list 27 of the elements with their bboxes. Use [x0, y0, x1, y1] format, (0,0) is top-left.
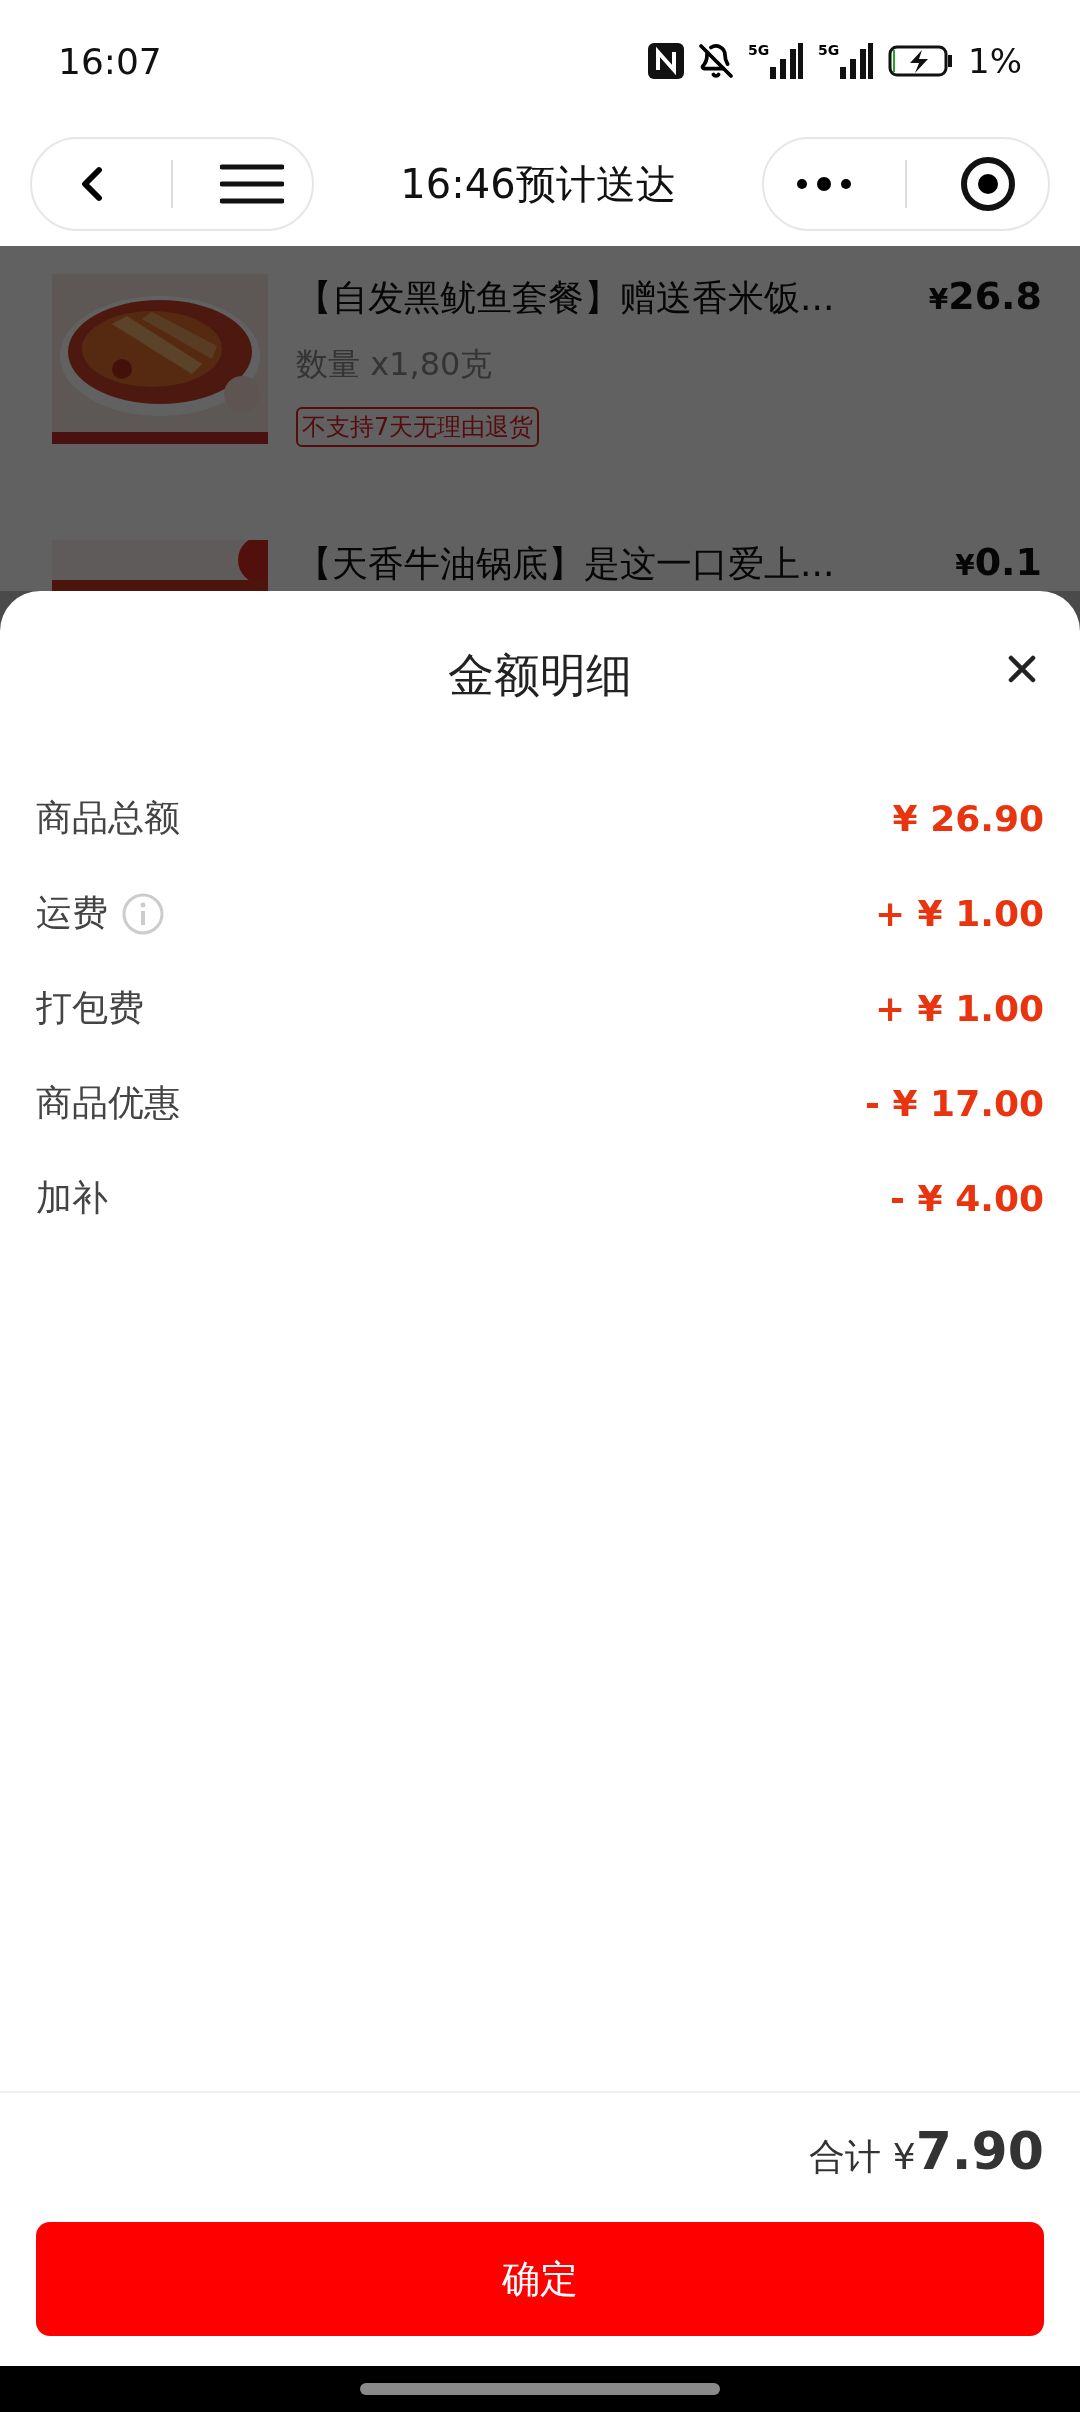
fee-label: 商品优惠: [36, 1081, 180, 1125]
total-amount: ¥7.90: [892, 2121, 1044, 2181]
battery-percentage: 1%: [968, 41, 1022, 81]
fee-amount: ¥ 26.90: [892, 798, 1044, 839]
total-label: 合计: [808, 2135, 881, 2179]
confirm-button[interactable]: 确定: [36, 2222, 1044, 2336]
clock-time: 16:07: [58, 40, 162, 82]
page-title: 16:46预计送达: [400, 159, 676, 209]
nfc-icon: [648, 43, 685, 79]
product-price: ¥0.1: [955, 540, 1042, 584]
battery-charging-icon: [888, 43, 955, 79]
product-title: 【自发黑鱿鱼套餐】赠送香米饭...: [296, 276, 835, 320]
fee-label: 加补: [36, 1176, 108, 1220]
fee-label: 商品总额: [36, 796, 180, 840]
fee-label: 打包费: [36, 986, 144, 1030]
return-policy-tag: 不支持7天无理由退货: [296, 407, 540, 447]
fee-label: 运费: [36, 891, 108, 935]
fee-amount: - ¥ 4.00: [890, 1178, 1044, 1219]
fee-amount: + ¥ 1.00: [874, 893, 1044, 934]
fee-amount: + ¥ 1.00: [874, 988, 1044, 1029]
menu-icon: [220, 164, 285, 204]
fee-amount: - ¥ 17.00: [865, 1083, 1044, 1124]
product-price: ¥26.8: [928, 274, 1042, 318]
muted-bell-icon: [698, 43, 735, 79]
target-icon: [959, 156, 1016, 212]
sheet-title: 金额明细: [448, 647, 632, 704]
product-title: 【天香牛油锅底】是这一口爱上...: [296, 542, 835, 586]
